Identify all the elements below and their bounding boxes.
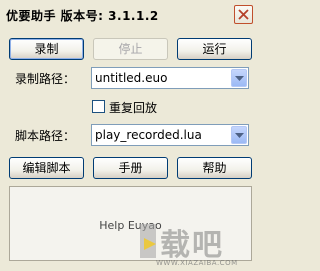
stop-button-label: 停止 <box>118 42 143 56</box>
chevron-down-icon <box>235 133 244 138</box>
run-button-label: 运行 <box>202 42 227 56</box>
script-path-label: 脚本路径： <box>15 129 76 143</box>
close-icon <box>238 9 249 20</box>
help-button[interactable]: 帮助 <box>177 157 252 179</box>
record-path-dropdown-button[interactable] <box>231 69 247 87</box>
manual-button[interactable]: 手册 <box>93 157 168 179</box>
record-path-value: untitled.euo <box>95 71 168 85</box>
record-button[interactable]: 录制 <box>9 38 84 60</box>
title-bar[interactable]: 优要助手 版本号: 3.1.1.2 <box>0 0 261 28</box>
script-path-value: play_recorded.lua <box>95 128 202 142</box>
script-path-combo[interactable]: play_recorded.lua <box>91 124 249 146</box>
close-button[interactable] <box>234 5 253 24</box>
main-window: 优要助手 版本号: 3.1.1.2 录制 停止 运行 录制路径： untitle… <box>0 0 261 271</box>
stop-button[interactable]: 停止 <box>93 38 168 60</box>
script-path-dropdown-button[interactable] <box>231 126 247 144</box>
repeat-play-label[interactable]: 重复回放 <box>109 99 157 116</box>
record-path-combo[interactable]: untitled.euo <box>91 67 249 89</box>
chevron-down-icon <box>235 76 244 81</box>
run-button[interactable]: 运行 <box>177 38 252 60</box>
help-button-label: 帮助 <box>202 161 227 175</box>
help-panel-text: Help Euyao <box>99 219 162 232</box>
manual-button-label: 手册 <box>118 161 143 175</box>
record-button-label: 录制 <box>34 42 59 56</box>
record-path-label: 录制路径： <box>15 72 76 86</box>
help-panel: Help Euyao <box>9 186 252 261</box>
edit-script-button-label: 编辑脚本 <box>22 161 71 175</box>
repeat-play-checkbox[interactable] <box>92 100 105 113</box>
edit-script-button[interactable]: 编辑脚本 <box>9 157 84 179</box>
window-title: 优要助手 版本号: 3.1.1.2 <box>6 9 159 23</box>
